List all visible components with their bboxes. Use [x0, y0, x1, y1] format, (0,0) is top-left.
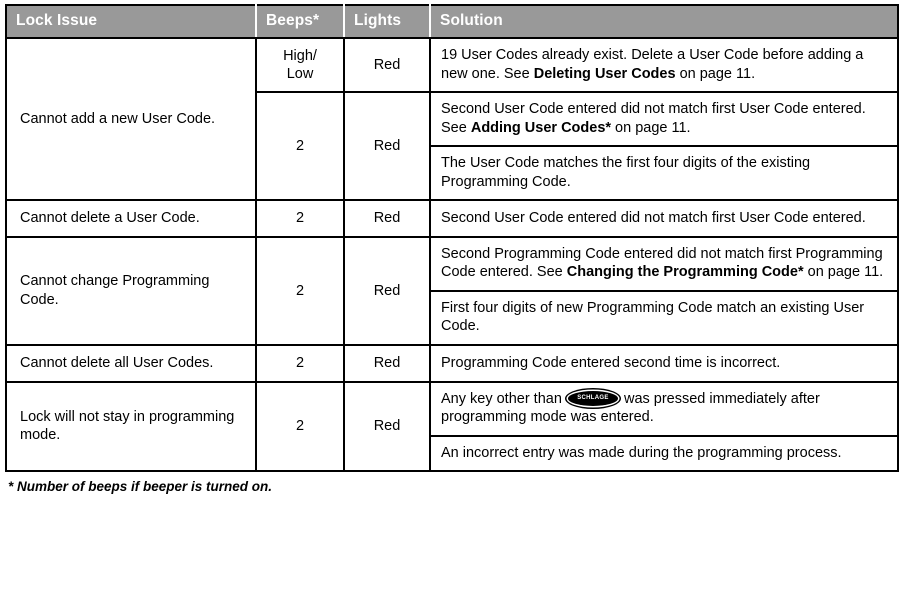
cell-lock-issue: Cannot change Programming Code.: [5, 235, 257, 347]
cell-beeps: High/ Low: [255, 36, 345, 94]
solution-text-post: on page 11.: [803, 264, 884, 281]
cell-solution: Second Programming Code entered did not …: [429, 235, 899, 292]
cell-beeps: 2: [255, 91, 345, 202]
cell-lights: Red: [343, 36, 431, 94]
column-header-lights: Lights: [344, 5, 431, 39]
solution-text-post: on page 11.: [611, 119, 691, 136]
table-body: Cannot add a new User Code. High/ Low Re…: [5, 36, 899, 473]
cell-solution: Second User Code entered did not match f…: [429, 199, 899, 238]
cell-lights: Red: [343, 91, 431, 202]
cell-lights: Red: [343, 199, 431, 238]
cell-lights: Red: [343, 380, 431, 473]
solution-text-bold: Adding User Codes*: [470, 119, 612, 136]
table-footnote: * Number of beeps if beeper is turned on…: [8, 479, 273, 495]
solution-text-bold: Deleting User Codes: [533, 65, 676, 82]
beeps-value-line2: Low: [286, 66, 314, 83]
cell-lights: Red: [343, 235, 431, 347]
beeps-value-line1: High/: [283, 47, 317, 64]
solution-text-pre: First four digits of new Programming Cod…: [441, 299, 865, 335]
cell-beeps: 2: [255, 344, 345, 383]
cell-solution: First four digits of new Programming Cod…: [429, 289, 899, 347]
cell-solution: Programming Code entered second time is …: [429, 344, 899, 383]
page-root: Lock Issue Beeps* Lights Solution Cannot…: [0, 0, 902, 613]
table-row: Cannot delete all User Codes. 2 Red Prog…: [5, 344, 899, 383]
cell-solution: Any key other than was pressed immediate…: [429, 380, 899, 437]
column-header-beeps: Beeps*: [256, 5, 345, 39]
cell-solution: An incorrect entry was made during the p…: [429, 434, 899, 473]
cell-lock-issue: Lock will not stay in programming mode.: [5, 380, 257, 473]
cell-lock-issue: Cannot delete all User Codes.: [5, 344, 257, 383]
cell-solution: 19 User Codes already exist. Delete a Us…: [429, 36, 899, 94]
table-row: Lock will not stay in programming mode. …: [5, 380, 899, 473]
table-row: Cannot delete a User Code. 2 Red Second …: [5, 199, 899, 238]
cell-beeps: 2: [255, 199, 345, 238]
column-header-lock-issue: Lock Issue: [6, 5, 257, 39]
solution-text-pre: Programming Code entered second time is …: [441, 354, 781, 371]
cell-lock-issue: Cannot delete a User Code.: [5, 199, 257, 238]
table-header-row: Lock Issue Beeps* Lights Solution: [6, 5, 898, 39]
schlage-logo-icon: [567, 390, 618, 406]
cell-solution: The User Code matches the first four dig…: [429, 145, 899, 202]
table-header: Lock Issue Beeps* Lights Solution: [6, 5, 898, 39]
solution-text-post: on page 11.: [675, 65, 756, 82]
cell-beeps: 2: [255, 380, 345, 473]
cell-beeps: 2: [255, 235, 345, 347]
solution-text-pre: Second User Code entered did not match f…: [441, 209, 866, 226]
column-header-solution: Solution: [430, 5, 898, 39]
table-row: Cannot add a new User Code. High/ Low Re…: [5, 36, 899, 202]
troubleshooting-table: Lock Issue Beeps* Lights Solution Cannot…: [5, 4, 899, 473]
solution-text-pre: The User Code matches the first four dig…: [441, 155, 811, 190]
solution-text-pre: An incorrect entry was made during the p…: [441, 444, 842, 461]
cell-lock-issue: Cannot add a new User Code.: [5, 36, 257, 202]
cell-lights: Red: [343, 344, 431, 383]
table-row: Cannot change Programming Code. 2 Red Se…: [5, 235, 899, 347]
solution-text-bold: Changing the Programming Code*: [566, 264, 804, 281]
solution-text-pre: Any key other than: [441, 390, 566, 407]
cell-solution: Second User Code entered did not match f…: [429, 91, 899, 148]
